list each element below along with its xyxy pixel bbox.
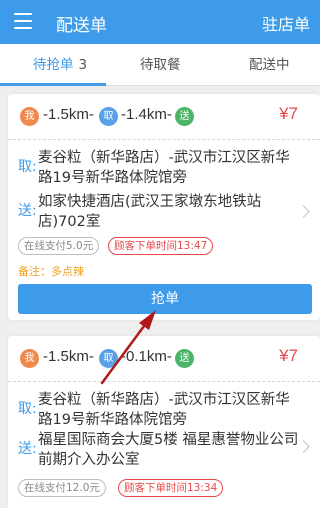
delivery-location-icon: 送 (175, 107, 194, 126)
app-bar: 配送单 驻店单 (0, 0, 320, 44)
tab-label: 待取餐 (140, 57, 181, 73)
pickup-address: 麦谷粒（新华路店）-武汉市江汉区新华路19号新华路体院馆旁 (38, 150, 290, 186)
rider-location-icon: 我 (20, 107, 39, 126)
tab-bar: 待抢单 3 待取餐 配送中 (0, 44, 320, 86)
tab-label: 待抢单 (33, 57, 74, 73)
tab-delivering[interactable]: 配送中 (249, 44, 290, 86)
delivery-location-icon: 送 (175, 349, 194, 368)
payment-badge: 在线支付12.0元 (18, 479, 106, 497)
pickup-location-icon: 取 (99, 107, 118, 126)
delivery-address: 福星国际商会大厦5楼 福星惠誉物业公司 前期介入办公室 (38, 432, 299, 468)
pickup-label: 取: (18, 159, 37, 175)
payment-badge: 在线支付5.0元 (18, 237, 100, 255)
order-time-badge: 顾客下单时间13:34 (118, 479, 224, 497)
tab-label: 配送中 (249, 57, 290, 73)
delivery-label: 送: (18, 441, 37, 457)
distance-rider-to-shop: -1.5km- (43, 348, 94, 365)
tab-pending-grab[interactable]: 待抢单 3 (33, 44, 87, 86)
delivery-fee: ¥7 (279, 346, 298, 365)
pickup-location-icon: 取 (99, 349, 118, 368)
distance-shop-to-customer: -1.4km- (121, 106, 172, 123)
menu-icon[interactable] (14, 13, 32, 29)
order-note: 备注：多点辣 (18, 265, 84, 278)
tab-count-badge: 3 (78, 57, 88, 73)
distance-row: 我 -1.5km- 取 -1.4km- 送 ¥7 (8, 94, 320, 140)
delivery-fee: ¥7 (279, 104, 298, 123)
pickup-address: 麦谷粒（新华路店）-武汉市江汉区新华路19号新华路体院馆旁 (38, 392, 290, 428)
distance-shop-to-customer: -0.1km- (121, 348, 172, 365)
grab-order-button[interactable]: 抢单 (18, 284, 312, 314)
order-time-badge: 顾客下单时间13:47 (108, 237, 214, 255)
pickup-label: 取: (18, 401, 37, 417)
distance-row: 我 -1.5km- 取 -0.1km- 送 ¥7 (8, 336, 320, 382)
order-card: 我 -1.5km- 取 -0.1km- 送 ¥7 取: 麦谷粒（新华路店）-武汉… (8, 336, 320, 508)
store-orders-button[interactable]: 驻店单 (262, 11, 310, 35)
distance-rider-to-shop: -1.5km- (43, 106, 94, 123)
rider-location-icon: 我 (20, 349, 39, 368)
page-title: 配送单 (56, 16, 107, 36)
order-card: 我 -1.5km- 取 -1.4km- 送 ¥7 取: 麦谷粒（新华路店）-武汉… (8, 94, 320, 320)
delivery-address: 如家快捷酒店(武汉王家墩东地铁站店)702室 (38, 194, 262, 230)
active-tab-indicator (0, 83, 106, 86)
tab-pending-pickup[interactable]: 待取餐 (140, 44, 181, 86)
delivery-label: 送: (18, 203, 37, 219)
